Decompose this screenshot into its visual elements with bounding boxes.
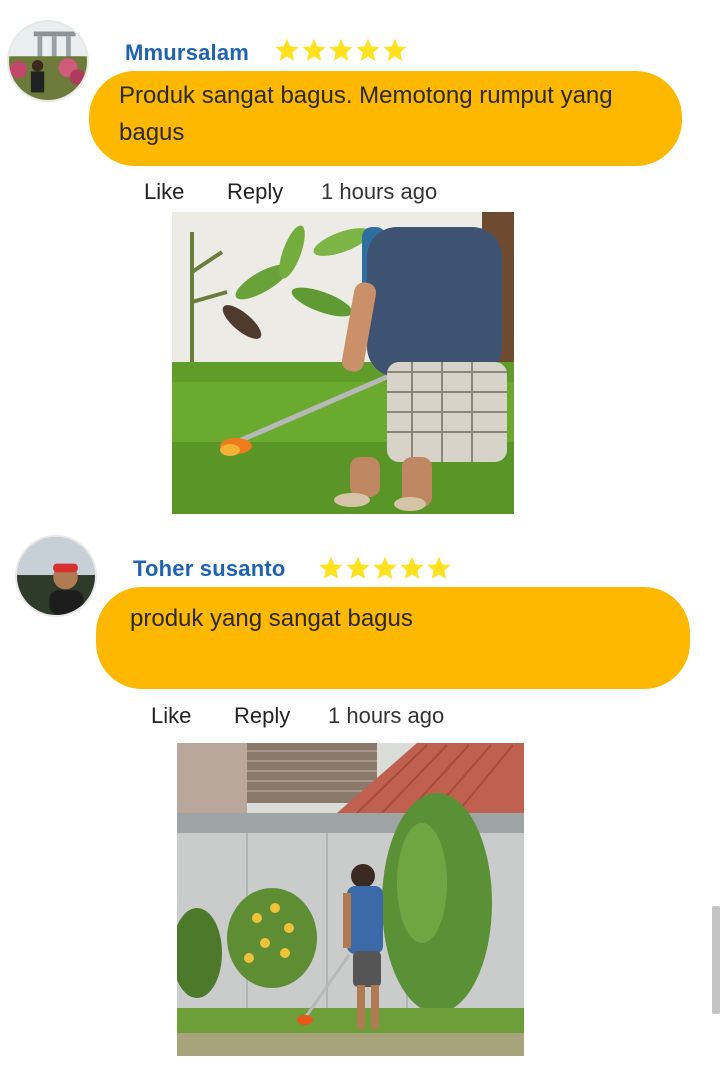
comment-bubble: produk yang sangat bagus [96,587,690,689]
star-icon [329,38,353,61]
avatar-toher-susanto[interactable] [15,535,97,617]
reply-button[interactable]: Reply [227,179,283,205]
avatar-image [9,22,87,100]
comment-text: produk yang sangat bagus [130,605,413,632]
like-button[interactable]: Like [151,703,191,729]
comment-timestamp: 1 hours ago [328,703,445,728]
scrollbar-thumb[interactable] [712,906,720,1014]
star-icon [356,38,380,61]
comment-bubble: Produk sangat bagus. Memotong rumput yan… [89,71,682,166]
comment-photo[interactable] [177,743,524,1056]
comment-author[interactable]: Toher susanto [133,556,286,582]
star-rating [318,555,452,581]
comment-photo[interactable] [172,212,514,514]
star-icon [383,38,407,61]
star-icon [427,556,451,579]
avatar-mmursalam[interactable] [7,20,89,102]
photo-boy-trimming-yard [177,743,524,1056]
star-icon [400,556,424,579]
comment-author[interactable]: Mmursalam [125,40,249,66]
star-icon [319,556,343,579]
star-icon [373,556,397,579]
like-button[interactable]: Like [144,179,184,205]
avatar-image [17,537,95,615]
star-icon [302,38,326,61]
comment-text: Produk sangat bagus. Memotong rumput yan… [119,82,613,146]
star-icon [346,556,370,579]
photo-man-trimming-grass [172,212,514,514]
reply-button[interactable]: Reply [234,703,290,729]
star-rating [274,37,408,63]
comment-timestamp: 1 hours ago [321,179,438,204]
star-icon [275,38,299,61]
